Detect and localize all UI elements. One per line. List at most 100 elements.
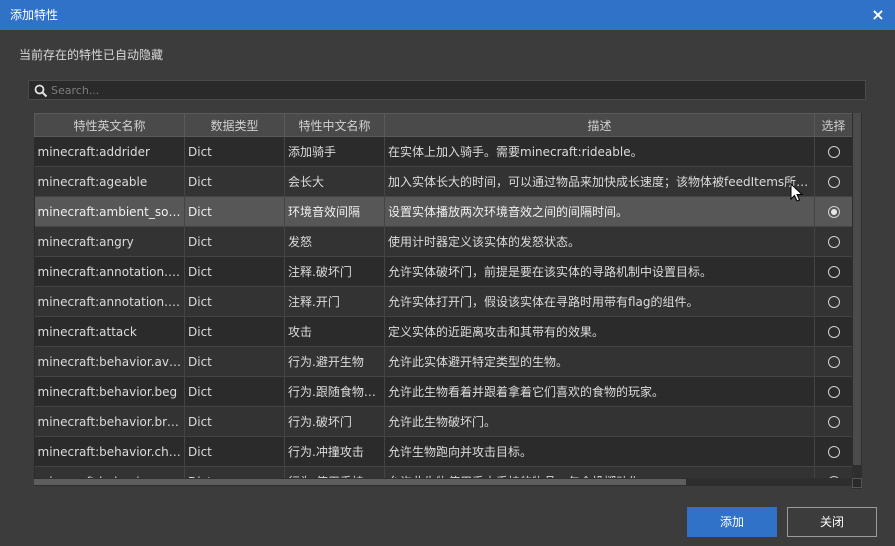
trait-name: minecraft:behavior.avo…	[34, 346, 185, 377]
trait-cn-name: 添加骑手	[284, 136, 385, 167]
trait-type: Dict	[184, 316, 285, 347]
radio-icon[interactable]	[827, 236, 840, 248]
close-icon[interactable]: ×	[869, 0, 887, 30]
select-cell[interactable]	[814, 346, 852, 377]
radio-icon[interactable]	[827, 206, 840, 218]
trait-cn-name: 会长大	[284, 166, 385, 197]
select-cell[interactable]	[814, 406, 852, 437]
select-cell[interactable]	[814, 436, 852, 467]
column-header-english-name[interactable]: 特性英文名称	[34, 113, 185, 137]
trait-type: Dict	[184, 436, 285, 467]
select-cell[interactable]	[814, 196, 852, 227]
trait-type: Dict	[184, 466, 285, 478]
trait-type: Dict	[184, 286, 285, 317]
horizontal-scrollbar[interactable]	[34, 478, 852, 486]
trait-cn-name: 发怒	[284, 226, 385, 257]
radio-icon[interactable]	[827, 146, 840, 158]
trait-type: Dict	[184, 166, 285, 197]
radio-icon[interactable]	[827, 356, 840, 368]
vertical-scrollbar-thumb[interactable]	[853, 113, 861, 465]
radio-icon[interactable]	[827, 266, 840, 278]
trait-name: minecraft:attack	[34, 316, 185, 347]
table-row[interactable]: minecraft:angry Dict 发怒 使用计时器定义该实体的发怒状态。	[34, 226, 852, 257]
radio-icon[interactable]	[827, 386, 840, 398]
search-input[interactable]	[51, 81, 851, 99]
search-icon	[34, 84, 48, 98]
trait-cn-name: 行为.冲撞攻击	[284, 436, 385, 467]
trait-name: minecraft:behavior.bre…	[34, 406, 185, 437]
table-row[interactable]: minecraft:behavior.beg Dict 行为.跟随食物… 允许此…	[34, 376, 852, 407]
select-cell[interactable]	[814, 166, 852, 197]
trait-description: 定义实体的近距离攻击和其带有的效果。	[384, 316, 815, 347]
mouse-cursor-icon	[790, 183, 804, 202]
trait-description: 加入实体长大的时间，可以通过物品来加快成长速度；该物体被feedItems所…	[384, 166, 815, 197]
trait-name: minecraft:annotation.o…	[34, 286, 185, 317]
column-header-data-type[interactable]: 数据类型	[184, 113, 285, 137]
table-row[interactable]: minecraft:attack Dict 攻击 定义实体的近距离攻击和其带有的…	[34, 316, 852, 347]
close-button[interactable]: 关闭	[787, 507, 877, 537]
select-cell[interactable]	[814, 316, 852, 347]
trait-description: 允许此实体避开特定类型的生物。	[384, 346, 815, 377]
table-row[interactable]: minecraft:annotation.b… Dict 注释.破坏门 允许实体…	[34, 256, 852, 287]
radio-icon[interactable]	[827, 446, 840, 458]
trait-description: 使用计时器定义该实体的发怒状态。	[384, 226, 815, 257]
trait-description: 允许此生物使用手中手持的物品，包含投掷动作。	[384, 466, 815, 478]
dialog-title: 添加特性	[10, 8, 59, 22]
trait-type: Dict	[184, 226, 285, 257]
table-row[interactable]: minecraft:ageable Dict 会长大 加入实体长大的时间，可以通…	[34, 166, 852, 197]
radio-icon[interactable]	[827, 176, 840, 188]
trait-description: 允许实体破坏门，前提是要在该实体的寻路机制中设置目标。	[384, 256, 815, 287]
table-row[interactable]: minecraft:behavior.avo… Dict 行为.避开生物 允许此…	[34, 346, 852, 377]
trait-description: 在实体上加入骑手。需要minecraft:rideable。	[384, 136, 815, 167]
trait-name: minecraft:ambient_sou…	[34, 196, 185, 227]
column-header-description[interactable]: 描述	[384, 113, 815, 137]
column-header-select[interactable]: 选择	[814, 113, 852, 137]
table-row[interactable]: minecraft:addrider Dict 添加骑手 在实体上加入骑手。需要…	[34, 136, 852, 167]
radio-icon[interactable]	[827, 416, 840, 428]
trait-cn-name: 行为.避开生物	[284, 346, 385, 377]
trait-cn-name: 攻击	[284, 316, 385, 347]
table-row[interactable]: minecraft:behavior.bre… Dict 行为.破坏门 允许此生…	[34, 406, 852, 437]
trait-name: minecraft:annotation.b…	[34, 256, 185, 287]
trait-type: Dict	[184, 196, 285, 227]
trait-name: minecraft:angry	[34, 226, 185, 257]
vertical-scrollbar[interactable]	[852, 113, 862, 489]
trait-description: 允许实体打开门，假设该实体在寻路时用带有flag的组件。	[384, 286, 815, 317]
trait-cn-name: 环境音效间隔	[284, 196, 385, 227]
table-row-selected[interactable]: minecraft:ambient_sou… Dict 环境音效间隔 设置实体播…	[34, 196, 852, 227]
radio-icon[interactable]	[827, 326, 840, 338]
trait-type: Dict	[184, 346, 285, 377]
select-cell[interactable]	[814, 136, 852, 167]
select-cell[interactable]	[814, 376, 852, 407]
select-cell[interactable]	[814, 286, 852, 317]
table-row[interactable]: minecraft:annotation.o… Dict 注释.开门 允许实体打…	[34, 286, 852, 317]
search-box[interactable]	[28, 80, 866, 100]
trait-description: 允许此生物破坏门。	[384, 406, 815, 437]
trait-type: Dict	[184, 406, 285, 437]
trait-cn-name: 行为.使用手持…	[284, 466, 385, 478]
table-row[interactable]: minecraft:behavior.cel… Dict 行为.使用手持… 允许…	[34, 466, 852, 478]
trait-description: 允许此生物看着并跟着拿着它们喜欢的食物的玩家。	[384, 376, 815, 407]
table-row[interactable]: minecraft:behavior.cha… Dict 行为.冲撞攻击 允许生…	[34, 436, 852, 467]
trait-description: 允许生物跑向并攻击目标。	[384, 436, 815, 467]
dialog-titlebar: 添加特性 ×	[0, 0, 895, 30]
trait-cn-name: 行为.破坏门	[284, 406, 385, 437]
select-cell[interactable]	[814, 466, 852, 478]
add-button[interactable]: 添加	[687, 507, 777, 537]
select-cell[interactable]	[814, 256, 852, 287]
radio-icon[interactable]	[827, 296, 840, 308]
trait-cn-name: 注释.破坏门	[284, 256, 385, 287]
trait-name: minecraft:behavior.cel…	[34, 466, 185, 478]
traits-table: 特性英文名称 数据类型 特性中文名称 描述 选择 minecraft:addri…	[34, 113, 852, 478]
trait-type: Dict	[184, 376, 285, 407]
select-cell[interactable]	[814, 226, 852, 257]
horizontal-scrollbar-thumb[interactable]	[34, 479, 686, 485]
column-header-chinese-name[interactable]: 特性中文名称	[284, 113, 385, 137]
trait-description: 设置实体播放两次环境音效之间的间隔时间。	[384, 196, 815, 227]
trait-cn-name: 注释.开门	[284, 286, 385, 317]
trait-name: minecraft:behavior.cha…	[34, 436, 185, 467]
trait-name: minecraft:behavior.beg	[34, 376, 185, 407]
table-header: 特性英文名称 数据类型 特性中文名称 描述 选择	[34, 113, 852, 137]
trait-cn-name: 行为.跟随食物…	[284, 376, 385, 407]
trait-name: minecraft:ageable	[34, 166, 185, 197]
